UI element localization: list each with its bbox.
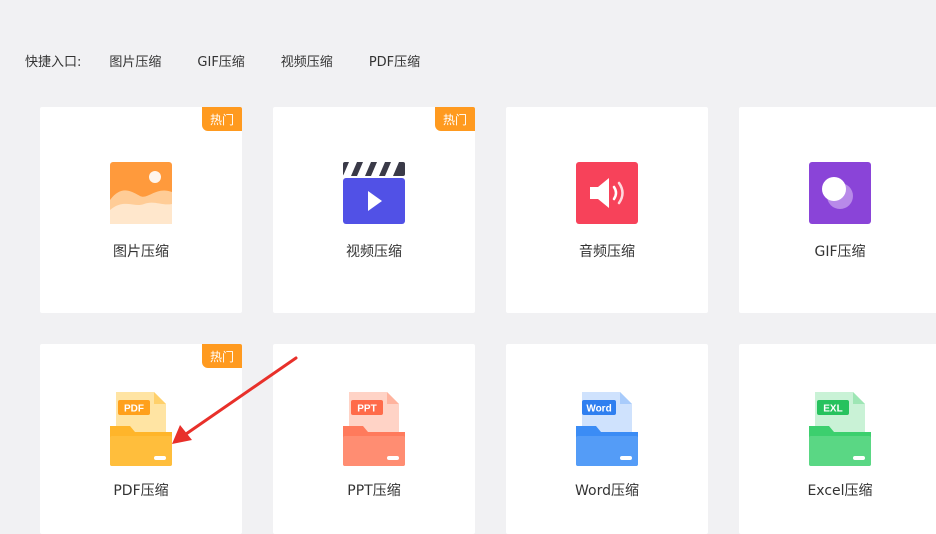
- quick-link-video[interactable]: 视频压缩: [281, 51, 333, 70]
- video-clapper-icon: [343, 162, 405, 224]
- quick-link-pdf[interactable]: PDF压缩: [369, 51, 420, 70]
- tool-card-word[interactable]: Word Word压缩: [506, 344, 708, 534]
- ppt-folder-icon: PPT: [343, 392, 405, 466]
- hot-badge: 热门: [435, 107, 475, 131]
- tool-card-audio[interactable]: 音频压缩: [506, 107, 708, 313]
- tool-label: 图片压缩: [113, 244, 169, 260]
- speaker-icon: [576, 162, 638, 224]
- tool-label: PPT压缩: [347, 483, 401, 499]
- svg-text:EXL: EXL: [823, 404, 842, 415]
- svg-text:PDF: PDF: [124, 404, 144, 415]
- pdf-folder-icon: PDF: [110, 392, 172, 466]
- quick-access-bar: 快捷入口: 图片压缩 GIF压缩 视频压缩 PDF压缩: [25, 50, 456, 70]
- image-icon: [110, 162, 172, 224]
- tool-card-gif[interactable]: GIF压缩: [739, 107, 936, 313]
- tool-card-pdf[interactable]: 热门 PDF PDF压缩: [40, 344, 242, 534]
- tool-card-image[interactable]: 热门 图片压缩: [40, 107, 242, 313]
- svg-text:PPT: PPT: [357, 404, 376, 415]
- quick-link-image[interactable]: 图片压缩: [109, 51, 161, 70]
- quick-access-label: 快捷入口:: [25, 54, 82, 70]
- tool-card-video[interactable]: 热门 视频压缩: [273, 107, 475, 313]
- tool-card-excel[interactable]: EXL Excel压缩: [739, 344, 936, 534]
- tool-label: 音频压缩: [579, 244, 635, 260]
- hot-badge: 热门: [202, 107, 242, 131]
- svg-text:Word: Word: [586, 404, 611, 415]
- tool-label: 视频压缩: [346, 244, 402, 260]
- excel-folder-icon: EXL: [809, 392, 871, 466]
- tool-label: PDF压缩: [113, 483, 169, 499]
- tool-card-ppt[interactable]: PPT PPT压缩: [273, 344, 475, 534]
- quick-link-gif[interactable]: GIF压缩: [197, 51, 244, 70]
- gif-circle-icon: [809, 162, 871, 224]
- tool-label: Excel压缩: [807, 483, 873, 499]
- word-folder-icon: Word: [576, 392, 638, 466]
- tool-label: GIF压缩: [814, 244, 866, 260]
- tool-label: Word压缩: [575, 483, 639, 499]
- hot-badge: 热门: [202, 344, 242, 368]
